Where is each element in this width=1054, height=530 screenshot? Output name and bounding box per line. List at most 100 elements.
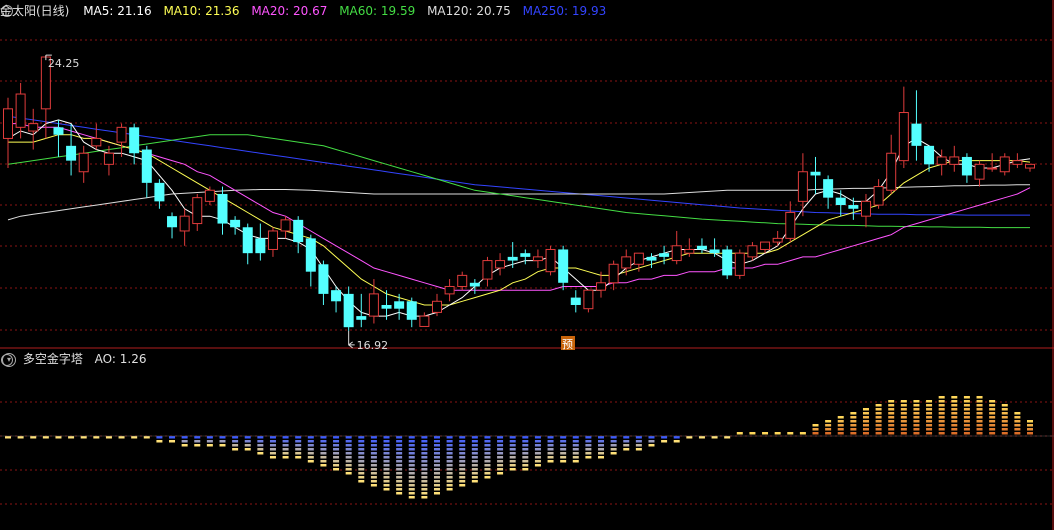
pyramid-bar-segment bbox=[333, 456, 340, 459]
pyramid-bar-segment bbox=[522, 456, 529, 459]
pyramid-bar-segment bbox=[30, 436, 37, 439]
pyramid-bar-segment bbox=[408, 472, 415, 475]
pyramid-bar-segment bbox=[522, 460, 529, 463]
pyramid-bar-segment bbox=[787, 432, 794, 435]
pyramid-bar-segment bbox=[1014, 428, 1021, 431]
pyramid-bar-segment bbox=[926, 420, 933, 423]
pyramid-bar-segment bbox=[358, 480, 365, 483]
candle-body-up bbox=[1012, 160, 1023, 165]
pyramid-bar-segment bbox=[320, 440, 327, 443]
pyramid-bar-segment bbox=[320, 464, 327, 467]
pyramid-bar-segment bbox=[408, 440, 415, 443]
pyramid-bar-segment bbox=[370, 460, 377, 463]
pyramid-bar-segment bbox=[989, 420, 996, 423]
pyramid-bar-segment bbox=[471, 456, 478, 459]
ma10-line bbox=[8, 134, 1031, 306]
title-label: 金太阳(日线) bbox=[0, 4, 70, 18]
pyramid-bar-segment bbox=[497, 456, 504, 459]
pyramid-bar-segment bbox=[370, 456, 377, 459]
pyramid-bar-segment bbox=[471, 440, 478, 443]
pyramid-bar-segment bbox=[989, 424, 996, 427]
pyramid-bar-segment bbox=[560, 452, 567, 455]
candle-body-down bbox=[570, 297, 581, 305]
pyramid-bar-segment bbox=[963, 428, 970, 431]
pyramid-bar-segment bbox=[635, 444, 642, 447]
pyramid-bar-segment bbox=[471, 436, 478, 439]
candle-body-up bbox=[760, 241, 771, 250]
pyramid-bar-segment bbox=[295, 440, 302, 443]
pyramid-bar-segment bbox=[509, 452, 516, 455]
pyramid-bar-segment bbox=[875, 420, 882, 423]
pyramid-bar-segment bbox=[509, 448, 516, 451]
pyramid-bar-segment bbox=[421, 488, 428, 491]
pyramid-bar-segment bbox=[383, 472, 390, 475]
pyramid-bar-segment bbox=[433, 440, 440, 443]
pyramid-bar-segment bbox=[471, 444, 478, 447]
pyramid-bar-segment bbox=[446, 472, 453, 475]
pyramid-bar-segment bbox=[888, 400, 895, 403]
candle-body-down bbox=[305, 238, 316, 272]
indicator-title: 多空金字塔 bbox=[22, 352, 83, 366]
pyramid-bar-segment bbox=[194, 444, 201, 447]
pyramid-bar-segment bbox=[358, 472, 365, 475]
pyramid-bar-segment bbox=[547, 452, 554, 455]
candle-body-up bbox=[419, 315, 430, 327]
pyramid-bar-segment bbox=[976, 396, 983, 399]
pyramid-bar-segment bbox=[232, 440, 239, 443]
indicator-collapse-icon[interactable]: ▾ bbox=[2, 352, 16, 367]
pyramid-bar-segment bbox=[282, 444, 289, 447]
pyramid-bar-segment bbox=[194, 436, 201, 439]
pyramid-bar-segment bbox=[976, 400, 983, 403]
pyramid-bar-segment bbox=[232, 444, 239, 447]
pyramid-bar-segment bbox=[396, 436, 403, 439]
pyramid-bar-segment bbox=[459, 452, 466, 455]
candle-body-up bbox=[1025, 163, 1035, 169]
pyramid-bar-segment bbox=[951, 396, 958, 399]
pyramid-bar-segment bbox=[862, 416, 869, 419]
pyramid-bar-segment bbox=[547, 448, 554, 451]
pyramid-bar-segment bbox=[497, 460, 504, 463]
candle-body-up bbox=[280, 219, 291, 232]
pyramid-bar-segment bbox=[396, 476, 403, 479]
candle-body-up bbox=[596, 282, 607, 291]
candle-body-down bbox=[129, 127, 140, 154]
pyramid-bar-segment bbox=[585, 444, 592, 447]
candle-body-up bbox=[3, 108, 13, 139]
pyramid-bar-segment bbox=[926, 404, 933, 407]
pyramid-bar-segment bbox=[900, 420, 907, 423]
pyramid-bar-segment bbox=[547, 456, 554, 459]
pyramid-bar-segment bbox=[421, 480, 428, 483]
pyramid-bar-segment bbox=[156, 436, 163, 439]
pyramid-bar-segment bbox=[333, 460, 340, 463]
pyramid-bar-segment bbox=[585, 452, 592, 455]
pyramid-bar-segment bbox=[433, 488, 440, 491]
pyramid-bar-segment bbox=[383, 476, 390, 479]
pyramid-bar-segment bbox=[522, 452, 529, 455]
candle-body-down bbox=[255, 238, 266, 254]
pyramid-bar-segment bbox=[560, 440, 567, 443]
pyramid-bar-segment bbox=[862, 428, 869, 431]
pyramid-bar-segment bbox=[913, 408, 920, 411]
pyramid-bar-segment bbox=[370, 480, 377, 483]
pyramid-bar-segment bbox=[484, 476, 491, 479]
pyramid-bar-segment bbox=[875, 416, 882, 419]
pyramid-bar-segment bbox=[446, 468, 453, 471]
pyramid-bar-segment bbox=[358, 452, 365, 455]
pyramid-bar-segment bbox=[648, 440, 655, 443]
pyramid-bar-segment bbox=[585, 448, 592, 451]
candle-body-up bbox=[91, 137, 102, 147]
pyramid-bar-segment bbox=[900, 424, 907, 427]
pyramid-bar-segment bbox=[345, 440, 352, 443]
pyramid-bar-segment bbox=[900, 404, 907, 407]
pyramid-bar-segment bbox=[850, 416, 857, 419]
pyramid-bar-segment bbox=[169, 440, 176, 443]
pyramid-bar-segment bbox=[55, 436, 62, 439]
pyramid-bar-segment bbox=[900, 428, 907, 431]
pyramid-bar-segment bbox=[421, 460, 428, 463]
pyramid-bar-segment bbox=[963, 400, 970, 403]
pyramid-bar-segment bbox=[635, 448, 642, 451]
pyramid-bar-segment bbox=[673, 436, 680, 439]
pyramid-bar-segment bbox=[421, 476, 428, 479]
pyramid-bar-segment bbox=[295, 448, 302, 451]
pyramid-bar-segment bbox=[206, 444, 213, 447]
